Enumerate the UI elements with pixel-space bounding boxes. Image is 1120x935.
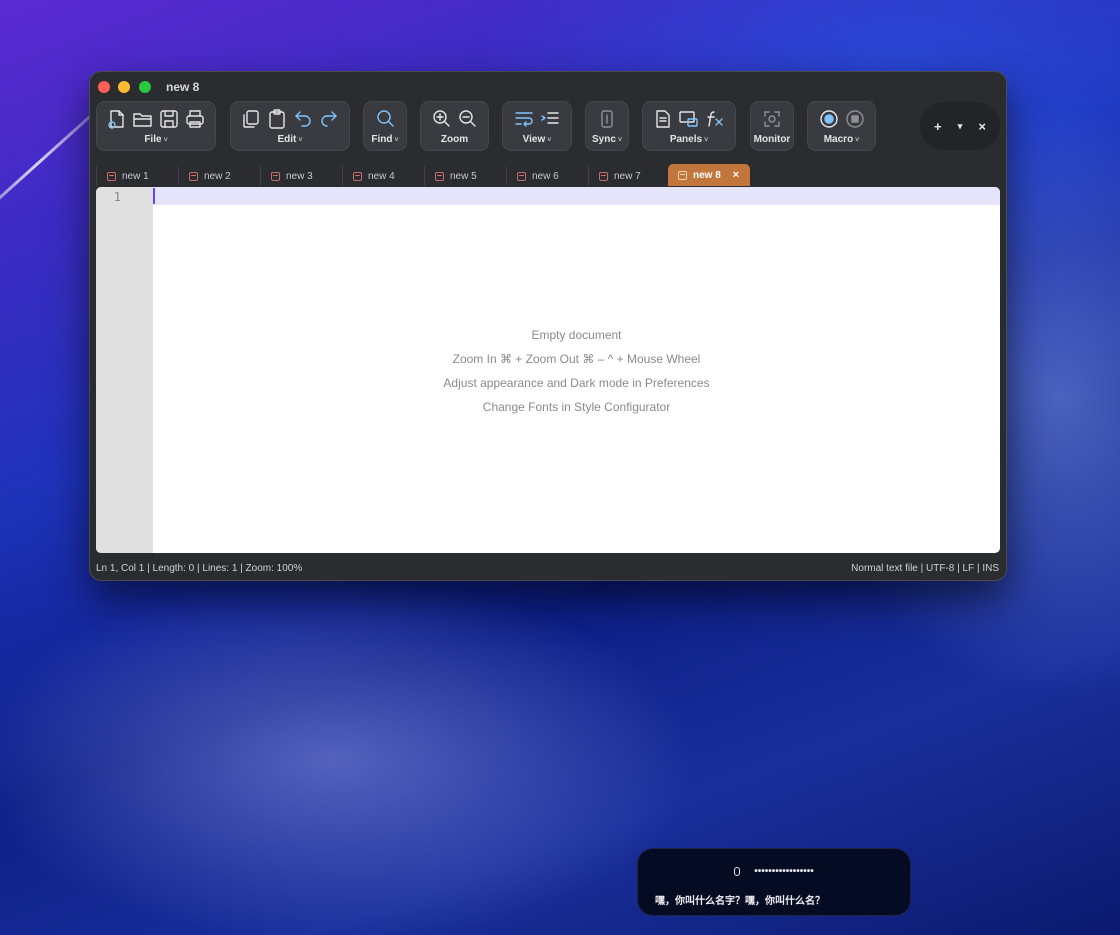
monitor-group[interactable]: Monitor xyxy=(750,101,794,151)
view-group[interactable]: View ˅ xyxy=(502,101,572,151)
zoom-out-icon[interactable] xyxy=(457,108,479,130)
chevron-down-icon: ˅ xyxy=(163,137,168,144)
find-label: Find xyxy=(371,134,393,145)
tab-new-2[interactable]: new 2 xyxy=(178,166,258,186)
document-icon xyxy=(189,171,198,181)
tab-label: new 7 xyxy=(614,170,641,182)
file-group[interactable]: File ˅ xyxy=(96,101,216,151)
fonts-hint: Change Fonts in Style Configurator xyxy=(482,400,671,414)
cursor-status: Ln 1, Col 1 | Length: 0 | Lines: 1 | Zoo… xyxy=(96,563,303,574)
document-icon xyxy=(599,171,608,181)
sync-scroll-icon[interactable] xyxy=(596,108,618,130)
tab-bar: new 1 new 2 new 3 new 4 new 5 new 6 new … xyxy=(96,164,1006,186)
current-line-highlight xyxy=(153,187,1000,205)
edit-label: Edit xyxy=(277,134,297,145)
minimize-window-button[interactable] xyxy=(118,81,130,93)
copy-icon[interactable] xyxy=(240,108,262,130)
panels-group[interactable]: Panels ˅ xyxy=(642,101,736,151)
zoom-group[interactable]: Zoom xyxy=(420,101,489,151)
document-icon xyxy=(107,171,116,181)
save-icon[interactable] xyxy=(158,108,180,130)
zoom-label: Zoom xyxy=(440,134,469,145)
function-list-icon[interactable] xyxy=(678,108,700,130)
new-file-icon[interactable] xyxy=(106,108,128,130)
sync-label: Sync xyxy=(592,134,616,145)
chevron-down-icon: ˅ xyxy=(617,137,622,144)
view-label: View xyxy=(522,134,546,145)
close-tab-icon[interactable]: × xyxy=(733,169,739,181)
file-status: Normal text file | UTF-8 | LF | INS xyxy=(851,563,999,574)
window-title: new 8 xyxy=(166,80,200,94)
stop-icon[interactable] xyxy=(844,108,866,130)
zoom-in-icon[interactable] xyxy=(431,108,453,130)
file-label: File xyxy=(144,134,162,145)
paste-icon[interactable] xyxy=(266,108,288,130)
tab-new-6[interactable]: new 6 xyxy=(506,166,586,186)
indent-guide-icon[interactable] xyxy=(539,108,561,130)
document-icon xyxy=(517,171,526,181)
record-icon[interactable] xyxy=(818,108,840,130)
toolbar: File ˅ Edit ˅ Find ˅ Zoom View ˅ Sync ˅ … xyxy=(90,100,1006,154)
tab-label: new 6 xyxy=(532,170,559,182)
tab-new-3[interactable]: new 3 xyxy=(260,166,340,186)
title-bar: new 8 xyxy=(90,72,1006,100)
tab-label: new 2 xyxy=(204,170,231,182)
appearance-hint: Adjust appearance and Dark mode in Prefe… xyxy=(443,376,710,390)
monitor-label: Monitor xyxy=(753,134,791,145)
text-caret xyxy=(153,188,155,204)
edit-group[interactable]: Edit ˅ xyxy=(230,101,350,151)
panels-label: Panels xyxy=(669,134,703,145)
tab-label: new 1 xyxy=(122,170,149,182)
editor-window: new 8 File ˅ Edit ˅ Find ˅ Zoom View ˅ S… xyxy=(89,71,1007,581)
tab-new-4[interactable]: new 4 xyxy=(342,166,422,186)
chevron-down-icon: ˅ xyxy=(394,137,399,144)
open-folder-icon[interactable] xyxy=(132,108,154,130)
text-editor[interactable]: 1 Empty document Zoom In ⌘ + Zoom Out ⌘ … xyxy=(96,187,1000,553)
document-icon xyxy=(353,171,362,181)
sync-group[interactable]: Sync ˅ xyxy=(585,101,629,151)
tab-new-7[interactable]: new 7 xyxy=(588,166,668,186)
live-caption-panel: ••••••••••••••••• 嘿，你叫什么名字？嘿，你叫什么名？ xyxy=(637,848,911,916)
zoom-shortcut-hint: Zoom In ⌘ + Zoom Out ⌘ – ^ + Mouse Wheel xyxy=(452,352,701,366)
find-group[interactable]: Find ˅ xyxy=(363,101,407,151)
microphone-icon xyxy=(734,866,741,876)
add-icon[interactable]: + xyxy=(934,119,942,134)
search-icon[interactable] xyxy=(374,108,396,130)
chevron-down-icon: ˅ xyxy=(704,137,709,144)
dropdown-icon[interactable]: ▾ xyxy=(958,121,963,132)
print-icon[interactable] xyxy=(184,108,206,130)
tab-new-1[interactable]: new 1 xyxy=(96,166,176,186)
redo-icon[interactable] xyxy=(318,108,340,130)
tab-label: new 5 xyxy=(450,170,477,182)
document-icon xyxy=(435,171,444,181)
close-icon[interactable]: × xyxy=(978,119,986,134)
document-map-icon[interactable] xyxy=(652,108,674,130)
tab-label: new 4 xyxy=(368,170,395,182)
undo-icon[interactable] xyxy=(292,108,314,130)
tab-label: new 3 xyxy=(286,170,313,182)
zoom-window-button[interactable] xyxy=(139,81,151,93)
close-window-button[interactable] xyxy=(98,81,110,93)
chevron-down-icon: ˅ xyxy=(855,137,860,144)
toolbar-extras: + ▾ × xyxy=(920,102,1000,150)
tab-label: new 8 xyxy=(693,169,721,181)
tab-new-8[interactable]: new 8 × xyxy=(668,164,750,186)
document-icon xyxy=(271,171,280,181)
caption-text: 嘿，你叫什么名字？嘿，你叫什么名？ xyxy=(655,896,825,907)
tab-new-5[interactable]: new 5 xyxy=(424,166,504,186)
monitor-icon[interactable] xyxy=(761,108,783,130)
chevron-down-icon: ˅ xyxy=(298,137,303,144)
macro-group[interactable]: Macro ˅ xyxy=(807,101,876,151)
macro-label: Macro xyxy=(823,134,854,145)
fx-icon[interactable] xyxy=(704,108,726,130)
line-number-gutter: 1 xyxy=(96,187,153,553)
status-bar: Ln 1, Col 1 | Length: 0 | Lines: 1 | Zoo… xyxy=(90,560,1006,580)
line-number: 1 xyxy=(113,190,121,204)
audio-level-indicator: ••••••••••••••••• xyxy=(754,866,814,877)
word-wrap-icon[interactable] xyxy=(513,108,535,130)
empty-document-hint: Empty document xyxy=(531,328,622,342)
document-icon xyxy=(678,170,687,180)
chevron-down-icon: ˅ xyxy=(547,137,552,144)
